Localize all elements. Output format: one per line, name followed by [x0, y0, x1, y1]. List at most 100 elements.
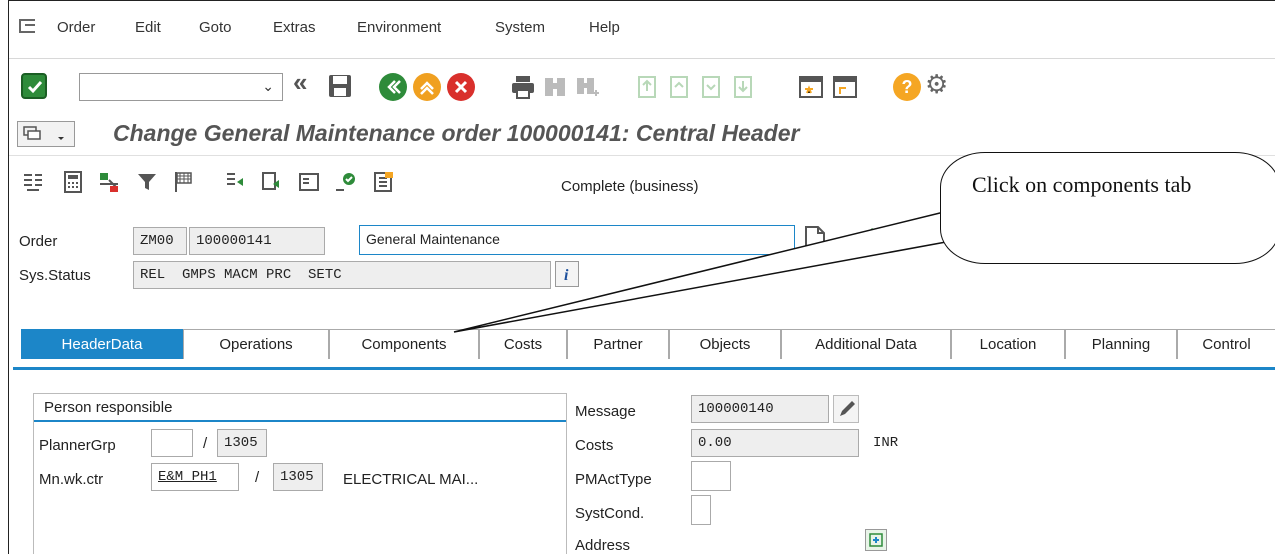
tab-costs[interactable]: Costs [479, 329, 567, 359]
tab-label: Costs [503, 336, 543, 353]
tab-label: HeaderData [61, 336, 143, 353]
flag-icon[interactable] [171, 170, 195, 194]
previous-page-icon[interactable] [665, 73, 693, 101]
pmacttype-label: PMActType [575, 471, 652, 488]
info-icon[interactable]: i [555, 261, 579, 287]
filter-icon[interactable] [135, 170, 159, 194]
save-icon[interactable] [327, 73, 355, 101]
calculator-icon[interactable] [61, 170, 85, 194]
systcond-input[interactable] [691, 495, 711, 525]
menu-help[interactable]: Help [589, 19, 620, 36]
tab-location[interactable]: Location [951, 329, 1065, 359]
costs-label: Costs [575, 437, 614, 454]
chevron-down-icon[interactable]: ⌄ [262, 78, 274, 95]
tab-planning[interactable]: Planning [1065, 329, 1177, 359]
address-label: Address [575, 537, 631, 554]
document-icon[interactable] [259, 170, 283, 194]
command-field[interactable]: ⌄ [79, 73, 283, 101]
print-icon[interactable] [509, 73, 537, 101]
message-field: 100000140 [691, 395, 829, 423]
next-screen-icon[interactable] [865, 225, 885, 251]
tab-headerdata[interactable]: HeaderData [21, 329, 183, 359]
shortcut-icon[interactable] [831, 73, 859, 101]
planner-separator: / [203, 435, 208, 452]
standard-toolbar: ⌄ « ? ⚙ [9, 59, 1275, 115]
display-object-icon[interactable] [223, 170, 247, 194]
menu-extras[interactable]: Extras [273, 19, 316, 36]
tab-label: Control [1202, 336, 1251, 353]
menu-edit[interactable]: Edit [135, 19, 161, 36]
order-type-field: ZM00 [133, 227, 187, 255]
mn-wk-ctr-label: Mn.wk.ctr [39, 471, 104, 488]
tab-label: Components [361, 336, 447, 353]
tab-strip: HeaderData Operations Components Costs P… [21, 329, 1275, 361]
tab-additional-data[interactable]: Additional Data [781, 329, 951, 359]
tab-components[interactable]: Components [329, 329, 479, 359]
tab-objects[interactable]: Objects [669, 329, 781, 359]
mn-wk-ctr-input[interactable]: E&M_PH1 [151, 463, 239, 491]
tab-underline [13, 367, 1275, 370]
first-page-icon[interactable] [633, 73, 661, 101]
planner-plant-field: 1305 [217, 429, 267, 457]
find-icon[interactable] [541, 73, 569, 101]
costs-currency: INR [873, 435, 899, 451]
enter-icon[interactable] [21, 73, 47, 99]
gui-menu-button[interactable] [17, 121, 75, 147]
layout-icon[interactable] [297, 170, 321, 194]
order-number-field: 100000141 [189, 227, 325, 255]
check-icon[interactable] [333, 170, 357, 194]
next-page-icon[interactable] [697, 73, 725, 101]
menu-environment[interactable]: Environment [357, 19, 441, 36]
callout-bubble [940, 152, 1275, 264]
find-next-icon[interactable] [573, 73, 601, 101]
pencil-icon[interactable] [833, 395, 859, 423]
sap-window: Order Edit Goto Extras Environment Syste… [8, 0, 1275, 554]
wk-ctr-separator: / [255, 469, 260, 486]
planner-grp-input[interactable] [151, 429, 193, 457]
new-session-icon[interactable] [797, 73, 825, 101]
menu-bar: Order Edit Goto Extras Environment Syste… [9, 1, 1275, 59]
material-availability-icon[interactable] [97, 170, 121, 194]
tab-label: Planning [1091, 336, 1151, 353]
tab-label: Operations [219, 336, 293, 353]
settings-icon[interactable]: ⚙ [925, 69, 953, 99]
tab-label: Objects [699, 336, 751, 353]
costs-field: 0.00 [691, 429, 859, 457]
menu-goto[interactable]: Goto [199, 19, 232, 36]
page-title: Change General Maintenance order 1000001… [113, 120, 800, 146]
systcond-label: SystCond. [575, 505, 645, 522]
title-bar: Change General Maintenance order 1000001… [9, 115, 1275, 155]
sys-status-label: Sys.Status [19, 267, 91, 284]
sys-status-field: REL GMPS MACM PRC SETC [133, 261, 551, 289]
tab-operations[interactable]: Operations [183, 329, 329, 359]
last-page-icon[interactable] [729, 73, 757, 101]
order-description-input[interactable]: General Maintenance [359, 225, 795, 255]
mn-wk-ctr-plant-field: 1305 [273, 463, 323, 491]
message-label: Message [575, 403, 636, 420]
tab-control[interactable]: Control [1177, 329, 1275, 359]
back-icon[interactable] [379, 73, 407, 101]
address-icon[interactable] [865, 529, 887, 551]
tab-partner[interactable]: Partner [567, 329, 669, 359]
header-overview-icon[interactable] [21, 170, 45, 194]
back-double-icon[interactable]: « [293, 67, 321, 97]
exit-icon[interactable] [413, 73, 441, 101]
menu-exit-icon[interactable] [19, 19, 35, 33]
tab-label: Location [979, 336, 1037, 353]
help-icon[interactable]: ? [893, 73, 921, 101]
complete-business-button[interactable]: Complete (business) [561, 178, 699, 195]
document-flow-icon[interactable] [371, 170, 395, 194]
long-text-icon[interactable] [803, 225, 827, 251]
planner-grp-label: PlannerGrp [39, 437, 116, 454]
menu-system[interactable]: System [495, 19, 545, 36]
group-title: Person responsible [34, 394, 566, 422]
menu-order[interactable]: Order [57, 19, 95, 36]
mn-wk-ctr-description: ELECTRICAL MAI... [343, 471, 479, 488]
tab-label: Partner [593, 336, 643, 353]
order-label: Order [19, 233, 58, 250]
callout-text: Click on components tab [972, 172, 1192, 197]
pmacttype-input[interactable] [691, 461, 731, 491]
svg-text:i: i [564, 267, 569, 284]
tab-label: Additional Data [815, 336, 917, 353]
cancel-icon[interactable] [447, 73, 475, 101]
